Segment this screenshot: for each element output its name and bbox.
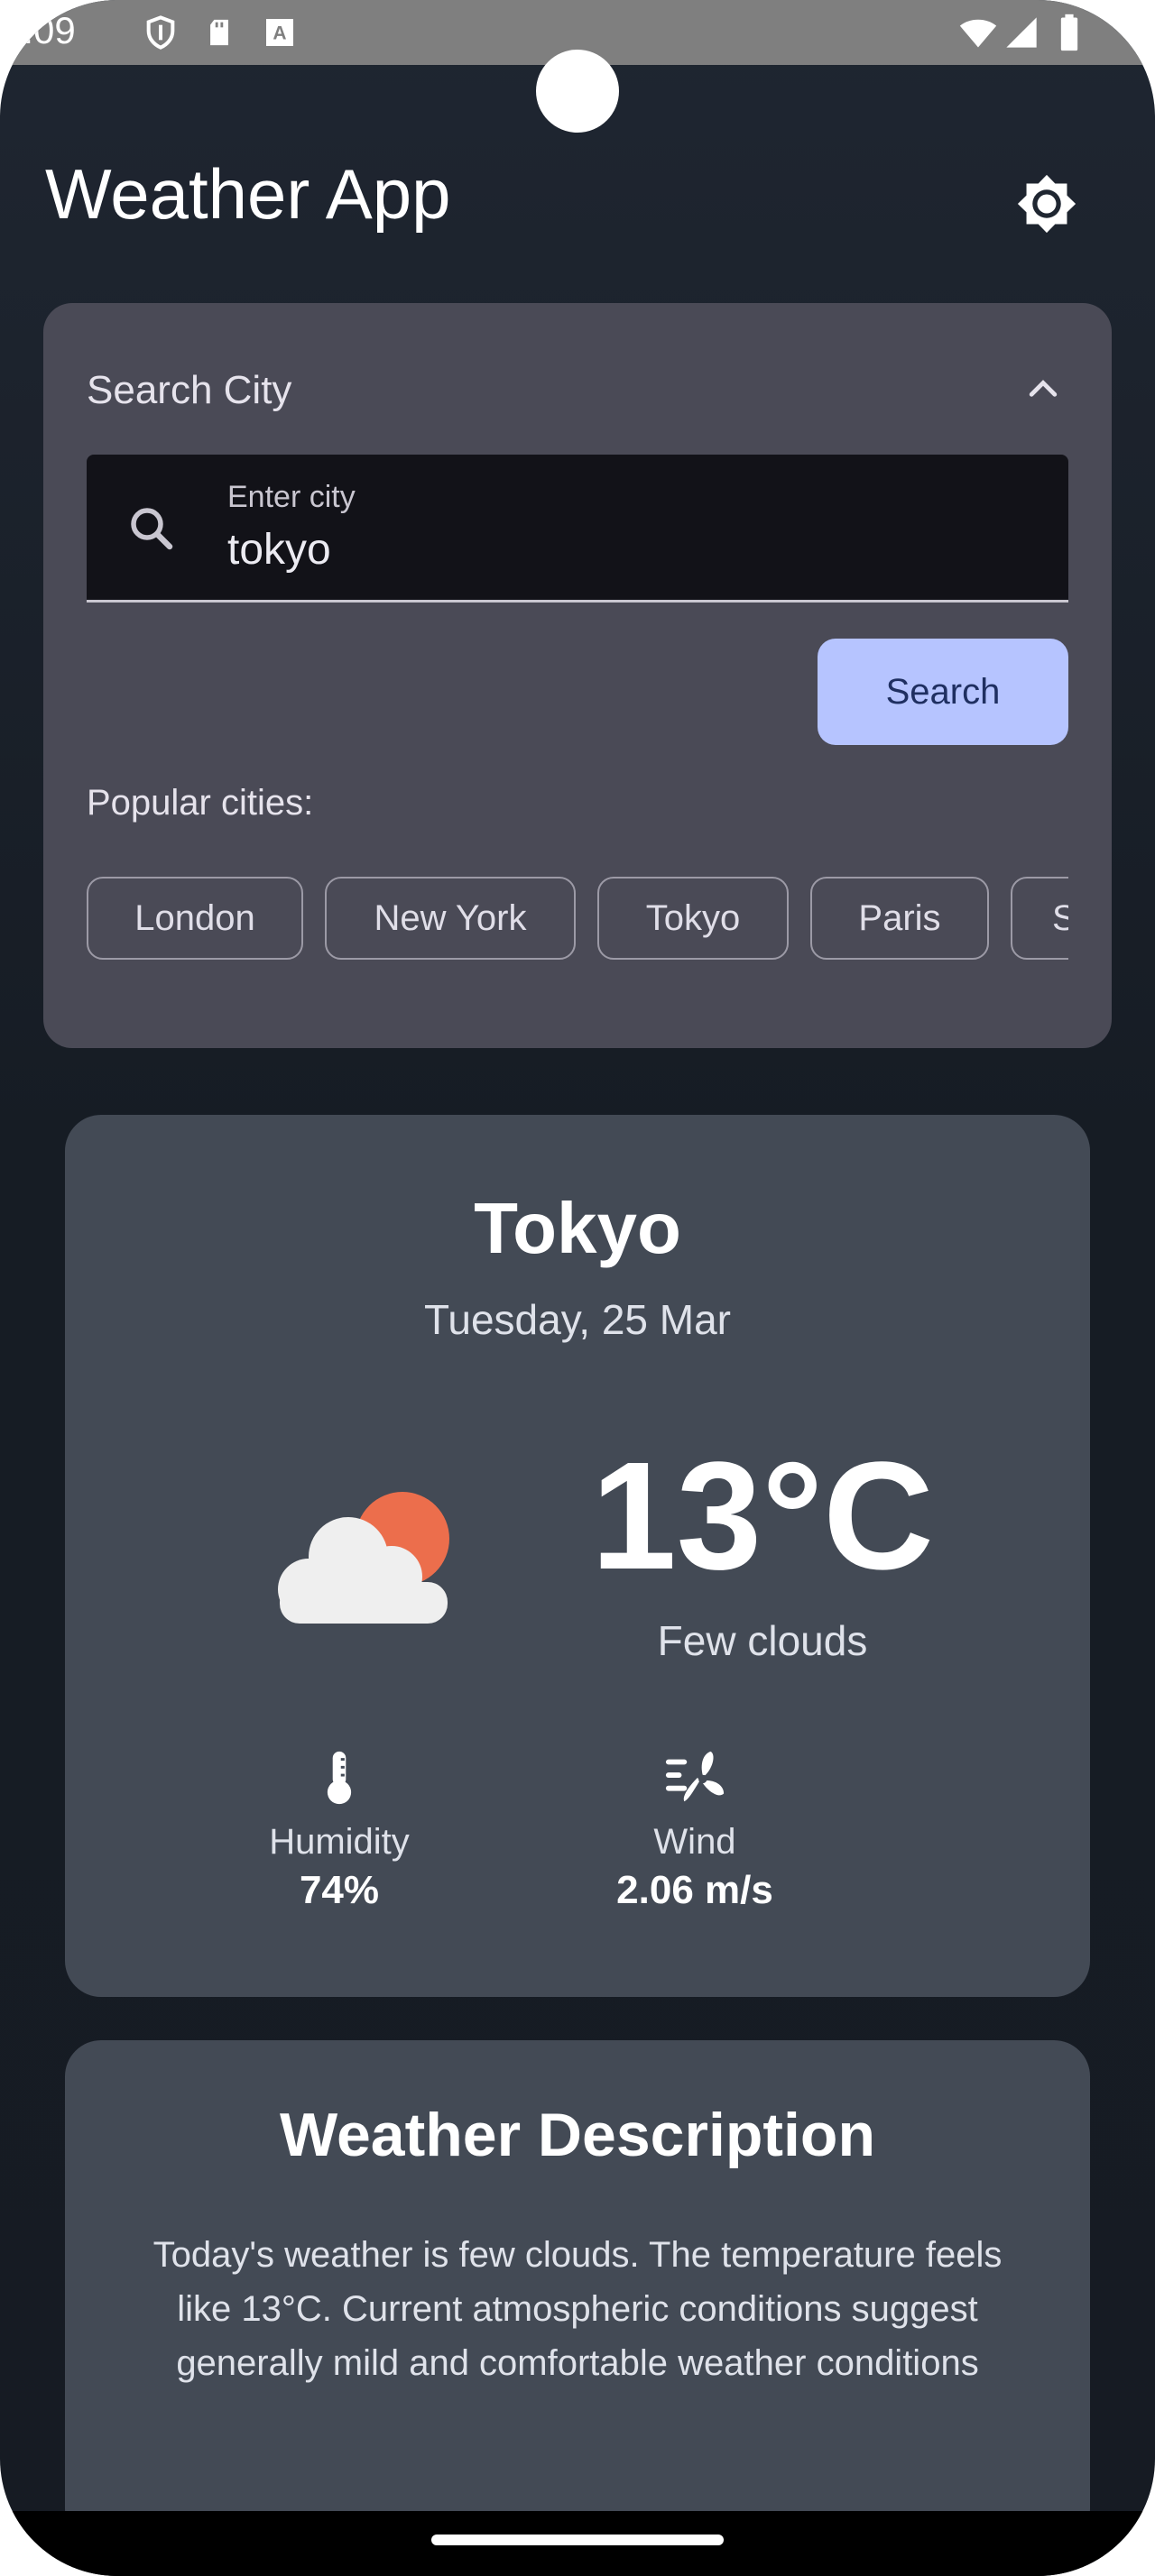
chevron-up-icon (1029, 380, 1058, 397)
svg-text:A: A (273, 23, 286, 44)
weather-description-card: Weather Description Today's weather is f… (65, 2040, 1090, 2545)
theme-toggle-button[interactable] (1005, 162, 1088, 245)
city-chip-partial[interactable]: S (1011, 877, 1068, 960)
brightness-icon (1017, 174, 1076, 234)
wind-value: 2.06 m/s (616, 1868, 773, 1912)
collapse-button[interactable] (1016, 361, 1070, 415)
city-field-label: Enter city (227, 480, 356, 514)
wind-stat: Wind 2.06 m/s (578, 1746, 812, 1913)
city-chip-london[interactable]: London (87, 877, 303, 960)
wind-fan-icon (665, 1751, 725, 1802)
device-screen: 2:09 A Weather App Search City Enter cit… (0, 0, 1155, 2576)
battery-icon (1060, 14, 1078, 51)
description-text: Today's weather is few clouds. The tempe… (152, 2235, 1003, 2383)
few-clouds-icon (278, 1492, 449, 1624)
wind-label: Wind (653, 1822, 736, 1862)
thermometer-icon (327, 1751, 352, 1805)
home-gesture-handle[interactable] (431, 2535, 724, 2545)
humidity-label: Humidity (269, 1822, 410, 1862)
wifi-icon (959, 19, 997, 48)
popular-cities-label: Popular cities: (87, 783, 314, 823)
shield-icon (146, 15, 175, 50)
city-chip-paris[interactable]: Paris (810, 877, 989, 960)
city-search-field[interactable]: Enter city (87, 455, 1068, 603)
city-name: Tokyo (474, 1188, 681, 1268)
description-title: Weather Description (279, 2101, 875, 2169)
city-input[interactable] (227, 525, 1003, 575)
app-title: Weather App (45, 154, 451, 234)
city-chip-tokyo[interactable]: Tokyo (597, 877, 789, 960)
humidity-value: 74% (299, 1868, 380, 1912)
font-icon: A (266, 19, 293, 46)
camera-cutout (536, 50, 619, 133)
search-icon (131, 508, 173, 550)
humidity-stat: Humidity 74% (222, 1746, 457, 1913)
sd-card-icon (210, 19, 228, 46)
search-button[interactable]: Search (818, 639, 1068, 745)
current-weather-card: Tokyo Tuesday, 25 Mar 13°C Few clouds Hu… (65, 1115, 1090, 1997)
status-time: 2:09 (2, 9, 76, 51)
weather-date: Tuesday, 25 Mar (423, 1296, 732, 1343)
search-card: Search City Enter city Search Popular ci… (43, 303, 1112, 1048)
temperature: 13°C (591, 1431, 934, 1602)
weather-condition: Few clouds (657, 1617, 868, 1664)
search-card-title: Search City (87, 368, 292, 412)
city-chip-new-york[interactable]: New York (325, 877, 576, 960)
popular-cities-list: London New York Tokyo Paris S (87, 877, 1068, 967)
signal-icon (1006, 17, 1037, 48)
